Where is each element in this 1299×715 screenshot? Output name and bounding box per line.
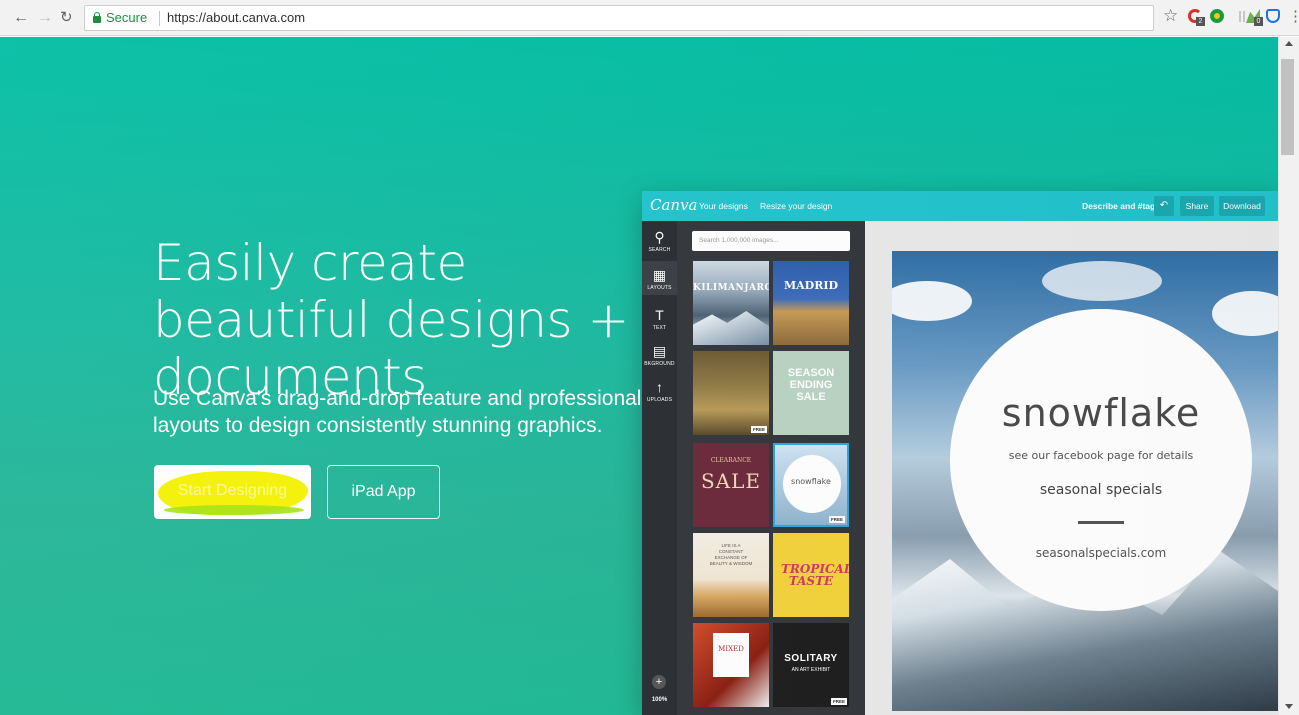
design-canvas: snowflake see our facebook page for deta… xyxy=(892,251,1278,711)
your-designs-link: Your designs xyxy=(699,201,748,211)
kilimanjaro-label: KILIMANJARO xyxy=(693,283,769,293)
madrid-label: MADRID xyxy=(783,279,839,292)
extension-ring-icon[interactable] xyxy=(1210,9,1226,25)
canva-logo: Canva xyxy=(650,196,698,214)
free-badge-3: FREE xyxy=(830,698,847,705)
snowflake-title: snowflake xyxy=(1001,391,1201,435)
extension-chart-icon[interactable]: 0 xyxy=(1246,9,1263,26)
divider-rule xyxy=(1078,521,1124,524)
template-clearance-sale: CLEARANCE SALE xyxy=(693,443,769,527)
template-snowflake: snowflake FREE xyxy=(773,443,849,527)
canvas-area: snowflake see our facebook page for deta… xyxy=(865,221,1278,715)
address-bar[interactable]: Secure https://about.canva.com xyxy=(84,5,1154,31)
page-scrollbar[interactable] xyxy=(1278,37,1299,715)
seasonal-specials: seasonal specials xyxy=(1039,482,1163,498)
hero-title: Easily create beautiful designs + docume… xyxy=(153,234,629,406)
start-designing-label: Start Designing xyxy=(177,482,288,499)
forward-arrow-icon[interactable]: → xyxy=(37,9,53,27)
template-life: LIFE IS A CONSTANT EXCHANGE OF BEAUTY & … xyxy=(693,533,769,617)
scroll-down-arrow-icon[interactable] xyxy=(1285,704,1293,709)
reload-icon[interactable]: ↻ xyxy=(60,9,73,27)
extension-shield-icon[interactable] xyxy=(1266,9,1282,25)
mixed-label: MIXED xyxy=(718,645,744,653)
editor-topbar: Canva Your designs Resize your design De… xyxy=(642,191,1278,221)
back-arrow-icon[interactable]: ← xyxy=(13,9,29,27)
scroll-up-arrow-icon[interactable] xyxy=(1285,41,1293,46)
mixed-card xyxy=(713,633,749,677)
cloud-1 xyxy=(892,281,972,321)
download-button: Download xyxy=(1219,196,1265,216)
template-solitary: SOLITARY AN ART EXHIBIT FREE xyxy=(773,623,849,707)
lock-icon xyxy=(93,12,101,23)
extension-red-icon[interactable]: 2 xyxy=(1188,9,1205,26)
landing-page: Easily create beautiful designs + docume… xyxy=(0,37,1278,715)
extension-badge-2: 0 xyxy=(1254,17,1263,26)
snowflake-circle: snowflake see our facebook page for deta… xyxy=(950,309,1252,611)
undo-icon: ↶ xyxy=(1154,196,1174,216)
template-madrid: MADRID xyxy=(773,261,849,345)
start-designing-button[interactable]: Start Designing xyxy=(154,465,311,519)
resize-design-link: Resize your design xyxy=(760,201,833,211)
zoom-level: 100% xyxy=(651,697,668,703)
cloud-2 xyxy=(1042,261,1162,301)
layouts-panel: Search 1,000,000 images... KILIMANJARO M… xyxy=(677,221,865,715)
ipad-app-button[interactable]: iPad App xyxy=(327,465,440,519)
secure-label: Secure xyxy=(106,10,148,25)
browser-toolbar: ← → ↻ Secure https://about.canva.com ☆ 2… xyxy=(0,0,1299,36)
mountain-shape xyxy=(693,311,769,345)
bookmark-star-icon[interactable]: ☆ xyxy=(1163,7,1179,25)
clearance-label: CLEARANCE xyxy=(710,457,752,464)
template-mixed: MIXED xyxy=(693,623,769,707)
editor-preview: Canva Your designs Resize your design De… xyxy=(642,191,1278,715)
describe-tag-label: Describe and #tag xyxy=(1082,201,1156,211)
scroll-thumb[interactable] xyxy=(1281,59,1294,155)
sale-label: SALE xyxy=(700,469,762,493)
solitary-sub: AN ART EXHIBIT xyxy=(791,667,831,673)
url-text[interactable]: https://about.canva.com xyxy=(167,10,305,25)
browser-menu-icon[interactable]: ⋮ xyxy=(1288,8,1299,26)
template-tropical: TROPICAL TASTE xyxy=(773,533,849,617)
template-field: FREE xyxy=(693,351,769,435)
hero-subtitle: Use Canva's drag-and-drop feature and pr… xyxy=(153,387,642,437)
life-quote: LIFE IS A CONSTANT EXCHANGE OF BEAUTY & … xyxy=(709,543,753,566)
share-button: Share xyxy=(1180,196,1214,216)
plus-icon: + xyxy=(652,675,666,689)
free-badge: FREE xyxy=(750,426,767,433)
snowflake-url: seasonalspecials.com xyxy=(1035,546,1167,560)
address-divider xyxy=(159,11,160,26)
snowflake-thumb-label: snowflake xyxy=(791,477,831,486)
highlighter-stroke xyxy=(164,505,304,515)
template-kilimanjaro: KILIMANJARO xyxy=(693,261,769,345)
cloud-3 xyxy=(1212,291,1278,336)
extension-badge: 2 xyxy=(1196,17,1205,26)
solitary-label: SOLITARY xyxy=(784,653,838,664)
image-search-input: Search 1,000,000 images... xyxy=(692,231,850,251)
snowflake-subtitle: see our facebook page for details xyxy=(1008,449,1194,462)
tropical-label: TROPICAL TASTE xyxy=(781,562,849,588)
free-badge-2: FREE xyxy=(828,516,845,523)
season-sale-label: SEASON ENDING SALE xyxy=(787,367,835,403)
template-season-sale: SEASON ENDING SALE xyxy=(773,351,849,435)
